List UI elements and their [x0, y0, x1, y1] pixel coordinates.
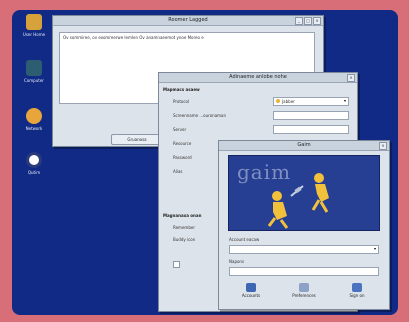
desktop-icon-label: User Home — [22, 32, 46, 37]
gaim-splash-logo: gaim — [228, 155, 380, 231]
chevron-down-icon: ▾ — [373, 246, 376, 251]
log-action-button[interactable]: Gruanosa — [111, 134, 163, 145]
gaim-window: Gaim × gaim Account eacaw ▾ Napons Accou… — [218, 140, 390, 310]
maximize-icon[interactable]: □ — [304, 17, 312, 25]
gaim-window-titlebar[interactable]: Gaim × — [219, 141, 389, 151]
gaim-window-title: Gaim — [297, 142, 311, 148]
protocol-select[interactable]: Jabber ▾ — [273, 97, 349, 106]
running-man-icon — [267, 173, 329, 229]
accounts-button[interactable]: Accounts — [229, 283, 273, 298]
account-combo[interactable]: ▾ — [229, 245, 379, 254]
desktop-icon-label: Network — [25, 126, 43, 131]
preferences-icon — [299, 283, 309, 292]
log-window-title: Roomer Lagged — [168, 17, 208, 23]
screenname-input[interactable] — [273, 111, 349, 120]
protocol-value: Jabber — [282, 99, 295, 104]
section-options: Magnanaxa onan — [163, 213, 202, 218]
log-window-titlebar[interactable]: Roomer Lagged _ □ × — [53, 16, 323, 26]
server-input[interactable] — [273, 125, 349, 134]
close-icon[interactable]: × — [313, 17, 321, 25]
preferences-button[interactable]: Preferences — [282, 283, 326, 298]
network-icon — [26, 108, 42, 124]
label-screenname: Screenname ...ouronaman — [173, 113, 227, 118]
sign-on-icon — [352, 283, 362, 292]
chevron-down-icon: ▾ — [343, 98, 346, 103]
account-window-titlebar[interactable]: Adinaeme anlobe nohe × — [159, 73, 357, 83]
window-controls: × — [347, 74, 355, 82]
close-icon[interactable]: × — [347, 74, 355, 82]
label-protocol: Protocol — [173, 99, 190, 104]
option-checkbox[interactable] — [173, 261, 180, 268]
label-server: Server — [173, 127, 187, 132]
jabber-icon — [276, 99, 280, 103]
label-password: Password — [173, 155, 192, 160]
section-account: Mapmacs asaew — [163, 87, 200, 92]
label-account: Account eacaw — [229, 237, 260, 242]
sign-on-button[interactable]: Sign on — [335, 283, 379, 298]
home-icon — [26, 14, 42, 30]
window-controls: × — [379, 142, 387, 150]
desktop-icon-network[interactable]: Network — [16, 108, 52, 131]
desktop-icon-label: Computer — [24, 78, 44, 83]
label-resource: Resource — [173, 141, 192, 146]
log-line: Ov sommiree, ov exomreerwe lemlen Ov ana… — [63, 35, 204, 40]
window-controls: _ □ × — [295, 17, 321, 25]
qutim-icon — [26, 152, 42, 168]
label-alias: Alias — [173, 169, 183, 174]
minimize-icon[interactable]: _ — [295, 17, 303, 25]
account-window-title: Adinaeme anlobe nohe — [229, 74, 287, 80]
accounts-icon — [246, 283, 256, 292]
label-buddy-icon: Buddy icon — [173, 237, 196, 242]
desktop-icon-qutim[interactable]: Qutim — [16, 152, 52, 175]
label-gaim-password: Napons — [229, 259, 245, 264]
close-icon[interactable]: × — [379, 142, 387, 150]
desktop-icon-home[interactable]: User Home — [16, 14, 52, 37]
gaim-password-input[interactable] — [229, 267, 379, 276]
computer-icon — [26, 60, 42, 76]
desktop-icon-label: Qutim — [27, 170, 41, 175]
label-remember: Remember — [173, 225, 195, 230]
desktop: User Home Computer Network Qutim Roomer … — [12, 10, 398, 315]
desktop-icon-computer[interactable]: Computer — [16, 60, 52, 83]
